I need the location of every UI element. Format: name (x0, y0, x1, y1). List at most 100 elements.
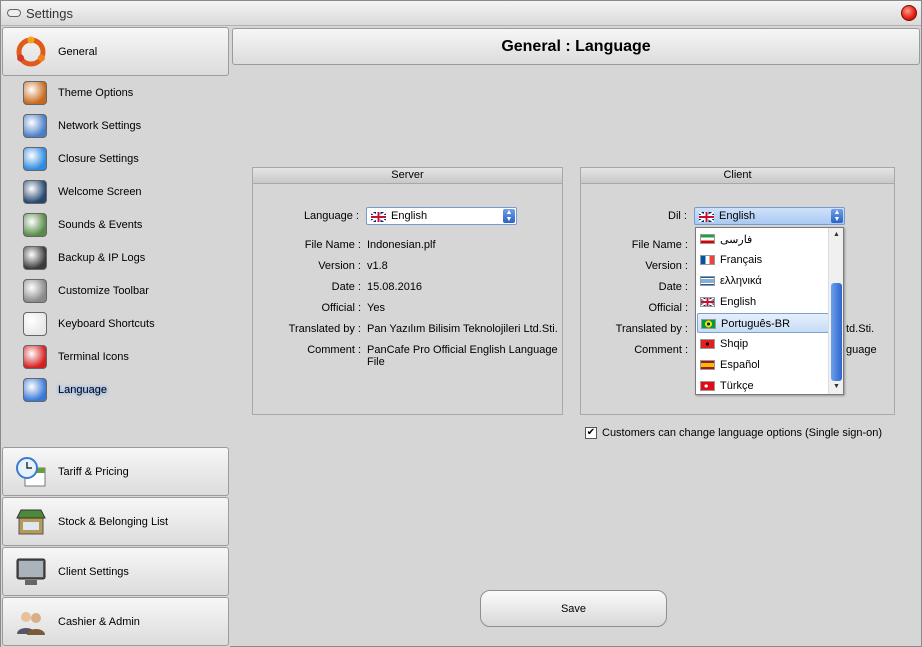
sidebar-item-closure-settings[interactable]: Closure Settings (23, 144, 223, 174)
dropdown-option[interactable]: Français (697, 250, 829, 270)
category-general-button[interactable]: General (2, 27, 229, 76)
window-title: Settings (26, 6, 73, 21)
sidebar-item-label: Theme Options (58, 87, 134, 99)
sidebar-item-theme-options[interactable]: Theme Options (23, 78, 223, 108)
client-panel-title: Client (581, 168, 894, 184)
iran-flag-icon (700, 234, 715, 244)
turkey-flag-icon (700, 381, 715, 391)
server-info-value-cont: File (367, 356, 385, 368)
category-cashier-label: Cashier & Admin (58, 616, 140, 628)
settings-window: Settings General Theme Options Network Se… (0, 0, 922, 647)
single-signon-checkbox[interactable]: ✔ (585, 427, 597, 439)
server-info-value: 15.08.2016 (367, 281, 423, 293)
dropdown-option[interactable]: Türkçe (697, 376, 829, 396)
translate-icon (23, 378, 47, 402)
sidebar-item-language[interactable]: Language (23, 375, 223, 405)
wrench-icon (23, 279, 47, 303)
sidebar-item-label: Customize Toolbar (58, 285, 149, 297)
dropdown-option-label: Türkçe (720, 380, 754, 392)
sidebar-item-network-settings[interactable]: Network Settings (23, 111, 223, 141)
close-button[interactable] (901, 5, 917, 21)
dropdown-option[interactable]: فارسی (697, 229, 829, 249)
server-info-value: v1.8 (367, 260, 388, 272)
client-language-label: Dil : (668, 210, 687, 222)
uk-flag-icon (699, 212, 714, 222)
sidebar-item-label: Language (58, 384, 107, 396)
backup-icon (23, 246, 47, 270)
greece-flag-icon (700, 276, 715, 286)
server-panel-title: Server (253, 168, 562, 184)
dropdown-option[interactable]: Português-BR (697, 313, 829, 333)
scroll-down-icon[interactable]: ▼ (830, 381, 843, 393)
category-stock-label: Stock & Belonging List (58, 516, 169, 528)
chevron-updown-icon: ▲ ▼ (503, 209, 515, 223)
save-button[interactable]: Save (480, 590, 667, 627)
dropdown-option[interactable]: ελληνικά (697, 271, 829, 291)
sidebar-item-backup-ip-logs[interactable]: Backup & IP Logs (23, 243, 223, 273)
client-language-select[interactable]: English ▲ ▼ (694, 207, 845, 225)
language-dropdown-list[interactable]: فارسی Français ελληνικά English Português-BR… (695, 227, 844, 395)
server-info-key: Official : (321, 302, 361, 314)
speaker-icon (23, 213, 47, 237)
server-info-key: Date : (331, 281, 361, 293)
dropdown-scrollbar[interactable]: ▲ ▼ (828, 228, 843, 394)
client-info-key: Translated by : (615, 323, 688, 335)
client-language-value: English (719, 210, 756, 222)
client-info-key: Comment : (634, 344, 688, 356)
sidebar-item-label: Welcome Screen (58, 186, 142, 198)
server-info-value: PanCafe Pro Official English Language (367, 344, 558, 356)
category-client-label: Client Settings (58, 566, 129, 578)
category-tariff-label: Tariff & Pricing (58, 466, 129, 478)
client-info-key: Official : (648, 302, 688, 314)
server-info-value: Pan Yazılım Bilisim Teknolojileri Ltd.St… (367, 323, 558, 335)
dropdown-option[interactable]: Español (697, 355, 829, 375)
category-cashier-button[interactable]: Cashier & Admin (2, 597, 229, 646)
server-info-key: Comment : (307, 344, 361, 356)
dropdown-option-label: Español (720, 359, 760, 371)
uk-flag-icon (371, 212, 386, 222)
sidebar-item-terminal-icons[interactable]: Terminal Icons (23, 342, 223, 372)
server-info-key: File Name : (304, 239, 361, 251)
dropdown-option-label: ελληνικά (720, 275, 762, 287)
france-flag-icon (700, 255, 715, 265)
server-language-value: English (391, 210, 428, 222)
chevron-updown-icon: ▲ ▼ (831, 209, 843, 223)
category-tariff-button[interactable]: Tariff & Pricing (2, 447, 229, 496)
client-info-value: td.Sti. (846, 323, 875, 335)
category-client-button[interactable]: Client Settings (2, 547, 229, 596)
window-menu-icon[interactable] (7, 9, 21, 17)
single-signon-label: Customers can change language options (S… (602, 427, 883, 439)
megaphone-icon (23, 180, 47, 204)
scroll-up-icon[interactable]: ▲ (830, 229, 843, 241)
sidebar-item-customize-toolbar[interactable]: Customize Toolbar (23, 276, 223, 306)
client-info-key: Version : (645, 260, 688, 272)
sidebar-item-label: Backup & IP Logs (58, 252, 146, 264)
network-icon (23, 114, 47, 138)
sidebar-item-welcome-screen[interactable]: Welcome Screen (23, 177, 223, 207)
sidebar-item-label: Closure Settings (58, 153, 139, 165)
clock-calendar-icon (16, 457, 46, 487)
page-title: General : Language (232, 28, 920, 65)
sidebar-item-label: Sounds & Events (58, 219, 143, 231)
server-language-label: Language : (303, 210, 359, 222)
dropdown-option[interactable]: Shqip (697, 334, 829, 354)
server-info-key: Translated by : (288, 323, 361, 335)
sidebar-item-label: Keyboard Shortcuts (58, 318, 155, 330)
ico-icon (23, 345, 47, 369)
sidebar-item-label: Terminal Icons (58, 351, 129, 363)
dropdown-option-label: English (720, 296, 757, 308)
sidebar-item-label: Network Settings (58, 120, 142, 132)
spain-flag-icon (700, 360, 715, 370)
dropdown-option[interactable]: English (697, 292, 829, 312)
scroll-thumb[interactable] (831, 283, 842, 381)
sidebar-item-sounds-events[interactable]: Sounds & Events (23, 210, 223, 240)
dropdown-option-label: فارسی (720, 234, 753, 246)
sidebar-item-keyboard-shortcuts[interactable]: Keyboard Shortcuts (23, 309, 223, 339)
server-language-select[interactable]: English ▲ ▼ (366, 207, 517, 225)
dropdown-option-label: Français (720, 254, 763, 266)
uk-flag-icon (700, 297, 715, 307)
category-stock-button[interactable]: Stock & Belonging List (2, 497, 229, 546)
title-bar: Settings (1, 1, 921, 26)
info-icon (23, 147, 47, 171)
brazil-flag-icon (701, 319, 716, 329)
